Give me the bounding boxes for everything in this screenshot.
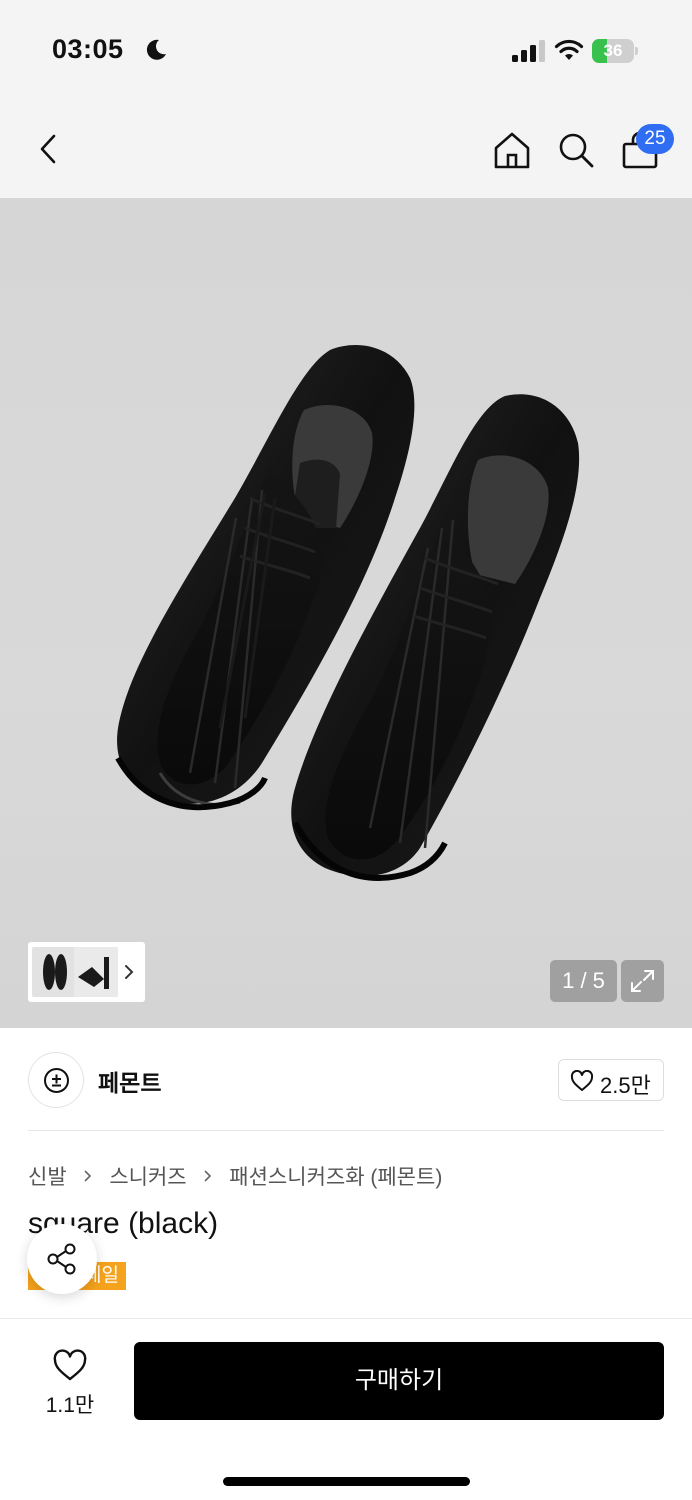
signal-icon	[512, 40, 545, 62]
expand-icon	[631, 970, 654, 992]
brand-like-button[interactable]: 2.5만	[558, 1059, 664, 1101]
breadcrumb: 신발 스니커즈 패션스니커즈화 (페몬트)	[28, 1161, 442, 1189]
breadcrumb-item-fashion-sneakers[interactable]: 패션스니커즈화 (페몬트)	[229, 1161, 442, 1191]
divider	[28, 1130, 664, 1131]
buy-button[interactable]: 구매하기	[134, 1342, 664, 1420]
heart-icon	[53, 1349, 87, 1381]
purchase-bar: 1.1만 구매하기	[0, 1318, 692, 1500]
heart-icon	[570, 1070, 594, 1091]
moon-icon	[146, 39, 166, 60]
image-page-indicator: 1 / 5	[550, 960, 617, 1002]
share-icon	[47, 1243, 76, 1275]
home-indicator	[223, 1477, 470, 1486]
home-icon[interactable]	[492, 130, 532, 170]
wishlist-button[interactable]: 1.1만	[36, 1345, 104, 1417]
chevron-right-icon	[84, 1170, 92, 1182]
status-bar: 03:05 36	[0, 0, 692, 100]
battery-percent: 36	[603, 41, 623, 60]
nav-bar: 25	[0, 100, 692, 198]
chevron-right-icon[interactable]	[122, 958, 136, 986]
cart-count-badge: 25	[636, 124, 674, 154]
product-image-gallery[interactable]: 1 / 5	[0, 198, 692, 1028]
chevron-right-icon	[204, 1170, 212, 1182]
brand-like-count: 2.5만	[600, 1073, 651, 1098]
brand-row[interactable]: 페몬트 2.5만	[0, 1028, 692, 1130]
share-button[interactable]	[27, 1224, 97, 1294]
product-image	[115, 345, 580, 881]
breadcrumb-item-sneakers[interactable]: 스니커즈	[109, 1161, 186, 1191]
search-icon[interactable]	[556, 130, 596, 170]
battery-icon: 36	[592, 39, 638, 63]
wifi-icon	[554, 39, 584, 60]
brand-logo[interactable]	[28, 1052, 84, 1108]
thumbnail-strip[interactable]	[28, 942, 145, 1002]
thumbnail-image-2[interactable]	[74, 947, 118, 997]
brand-logo-icon	[44, 1068, 69, 1093]
thumbnail-image-1[interactable]	[32, 947, 76, 997]
brand-name[interactable]: 페몬트	[98, 1064, 161, 1098]
expand-button[interactable]	[621, 960, 664, 1002]
breadcrumb-item-shoes[interactable]: 신발	[28, 1161, 67, 1191]
back-arrow-icon[interactable]	[34, 132, 66, 166]
status-time: 03:05	[52, 34, 124, 64]
wishlist-count: 1.1만	[45, 1394, 95, 1417]
